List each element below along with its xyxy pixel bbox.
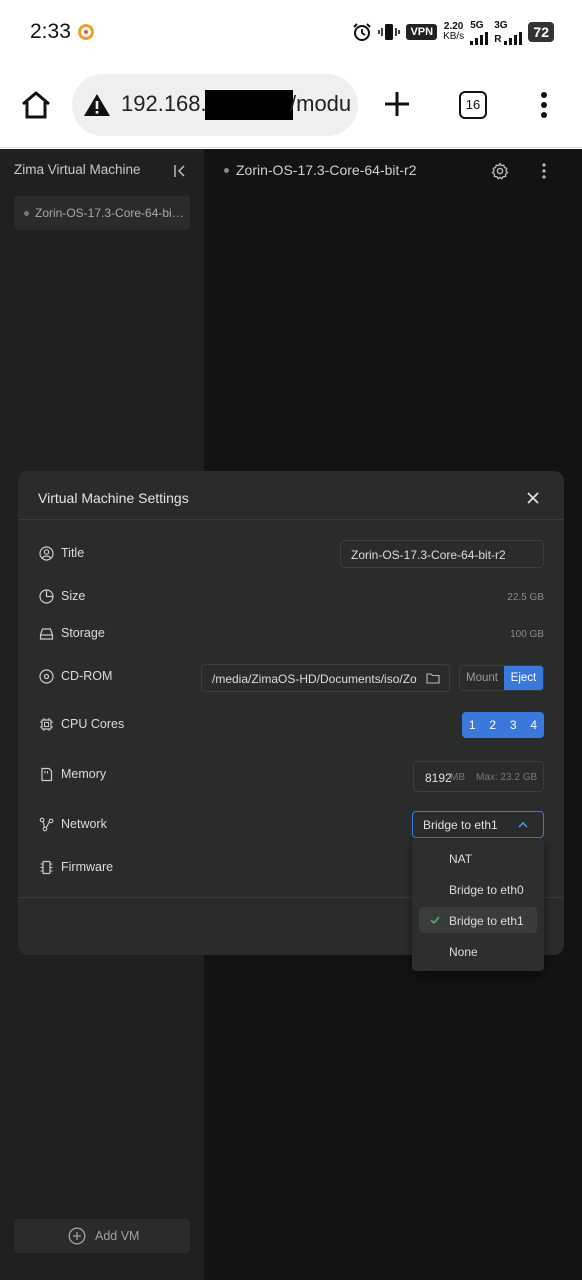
network-dropdown: NAT Bridge to eth0 Bridge to eth1 None <box>412 839 544 971</box>
disc-icon <box>39 669 54 684</box>
dropdown-option-eth1[interactable]: Bridge to eth1 <box>419 907 537 933</box>
warning-icon[interactable] <box>83 92 111 118</box>
plus-circle-icon <box>68 1227 86 1245</box>
new-tab-icon[interactable] <box>383 90 411 118</box>
dropdown-option-label: Bridge to eth1 <box>449 914 524 928</box>
check-icon <box>430 916 440 924</box>
memory-max: Max: 23.2 GB <box>476 772 538 783</box>
cpu-core-option[interactable]: 1 <box>462 712 483 738</box>
user-circle-icon <box>39 546 54 561</box>
firmware-label: Firmware <box>61 860 114 874</box>
gear-icon[interactable] <box>491 162 509 180</box>
collapse-sidebar-icon[interactable] <box>173 164 187 178</box>
hard-drive-icon <box>39 628 54 640</box>
network-speed: 2.20 KB/s <box>443 22 464 42</box>
sidebar-title: Zima Virtual Machine <box>14 162 141 177</box>
cdrom-label: CD-ROM <box>61 669 113 683</box>
memory-input[interactable]: 8192 MB Max: 23.2 GB <box>413 761 544 792</box>
network-label: Network <box>61 817 107 831</box>
vm-status-dot-main <box>224 168 229 173</box>
more-options-icon[interactable] <box>541 162 547 180</box>
net1-label: 5G <box>470 19 489 45</box>
app-notification-icon <box>78 24 94 40</box>
title-input-value: Zorin-OS-17.3-Core-64-bit-r2 <box>351 548 506 562</box>
url-text-suffix: /modu <box>290 91 352 116</box>
cdrom-path-input[interactable]: /media/ZimaOS-HD/Documents/iso/Zorin <box>201 664 450 692</box>
more-menu-icon[interactable] <box>539 91 549 119</box>
storage-label: Storage <box>61 626 105 640</box>
tab-switcher-button[interactable]: 16 <box>459 91 487 119</box>
network-select[interactable]: Bridge to eth1 <box>412 811 544 838</box>
cpu-core-option[interactable]: 4 <box>524 712 545 738</box>
status-icons: VPN 2.20 KB/s 5G 3G R 72 <box>352 18 554 46</box>
memory-unit: MB <box>450 772 465 783</box>
close-icon[interactable] <box>526 491 540 505</box>
dropdown-option-label: NAT <box>449 852 473 866</box>
dropdown-option-eth0[interactable]: Bridge to eth0 <box>419 876 537 902</box>
net2-label: 3G R <box>494 19 523 45</box>
pie-chart-icon <box>39 589 54 604</box>
home-icon[interactable] <box>20 90 52 120</box>
cpu-core-option[interactable]: 3 <box>503 712 524 738</box>
status-time: 2:33 <box>30 20 71 43</box>
signal-icon-2 <box>504 31 523 45</box>
net1-type: 5G <box>470 19 484 31</box>
cdrom-actions: Mount Eject <box>459 665 544 691</box>
title-input[interactable]: Zorin-OS-17.3-Core-64-bit-r2 <box>340 540 544 568</box>
title-label: Title <box>61 546 85 560</box>
eject-button[interactable]: Eject <box>503 666 543 690</box>
vm-title: Zorin-OS-17.3-Core-64-bit-r2 <box>236 162 417 178</box>
browser-toolbar: 192.168.1. /modu 16 <box>0 62 582 148</box>
size-value: 22.5 GB <box>507 592 544 603</box>
dropdown-option-none[interactable]: None <box>419 938 537 964</box>
status-bar: 2:33 VPN 2.20 KB/s 5G 3G R 72 <box>0 0 582 62</box>
roaming-indicator: R <box>494 33 502 45</box>
chip-icon <box>40 860 53 875</box>
mount-button[interactable]: Mount <box>460 666 504 690</box>
vm-status-dot <box>24 211 29 216</box>
modal-title: Virtual Machine Settings <box>38 490 189 506</box>
sidebar-item-vm[interactable]: Zorin-OS-17.3-Core-64-bit-r2 <box>14 196 190 230</box>
sidebar-item-label: Zorin-OS-17.3-Core-64-bit-r2 <box>35 206 185 220</box>
network-speed-unit: KB/s <box>443 31 465 42</box>
alarm-icon <box>353 23 372 41</box>
network-select-value: Bridge to eth1 <box>423 818 498 832</box>
size-label: Size <box>61 589 86 603</box>
network-icon <box>39 817 54 832</box>
memory-label: Memory <box>61 767 107 781</box>
storage-value: 100 GB <box>510 629 544 640</box>
cpu-core-option[interactable]: 2 <box>483 712 504 738</box>
add-vm-label: Add VM <box>95 1229 140 1243</box>
signal-icon <box>470 31 489 45</box>
cpu-cores-selector: 1 2 3 4 <box>462 712 544 738</box>
dropdown-option-label: Bridge to eth0 <box>449 883 524 897</box>
address-bar[interactable]: 192.168.1. /modu <box>72 74 358 136</box>
dropdown-option-nat[interactable]: NAT <box>419 845 537 871</box>
memory-value: 8192 <box>425 771 452 785</box>
divider <box>18 519 564 520</box>
memory-icon <box>41 767 53 782</box>
vibrate-icon <box>378 24 401 40</box>
redacted-block <box>205 90 293 120</box>
dropdown-option-label: None <box>449 945 478 959</box>
folder-icon[interactable] <box>426 672 440 684</box>
cdrom-path-value: /media/ZimaOS-HD/Documents/iso/Zorin <box>212 672 417 686</box>
battery-indicator: 72 <box>528 22 554 42</box>
chevron-up-icon <box>518 821 528 828</box>
cpu-icon <box>40 718 53 731</box>
add-vm-button[interactable]: Add VM <box>14 1219 190 1253</box>
vpn-badge: VPN <box>406 24 438 40</box>
net2-type: 3G <box>494 19 508 31</box>
cpu-label: CPU Cores <box>61 717 125 731</box>
